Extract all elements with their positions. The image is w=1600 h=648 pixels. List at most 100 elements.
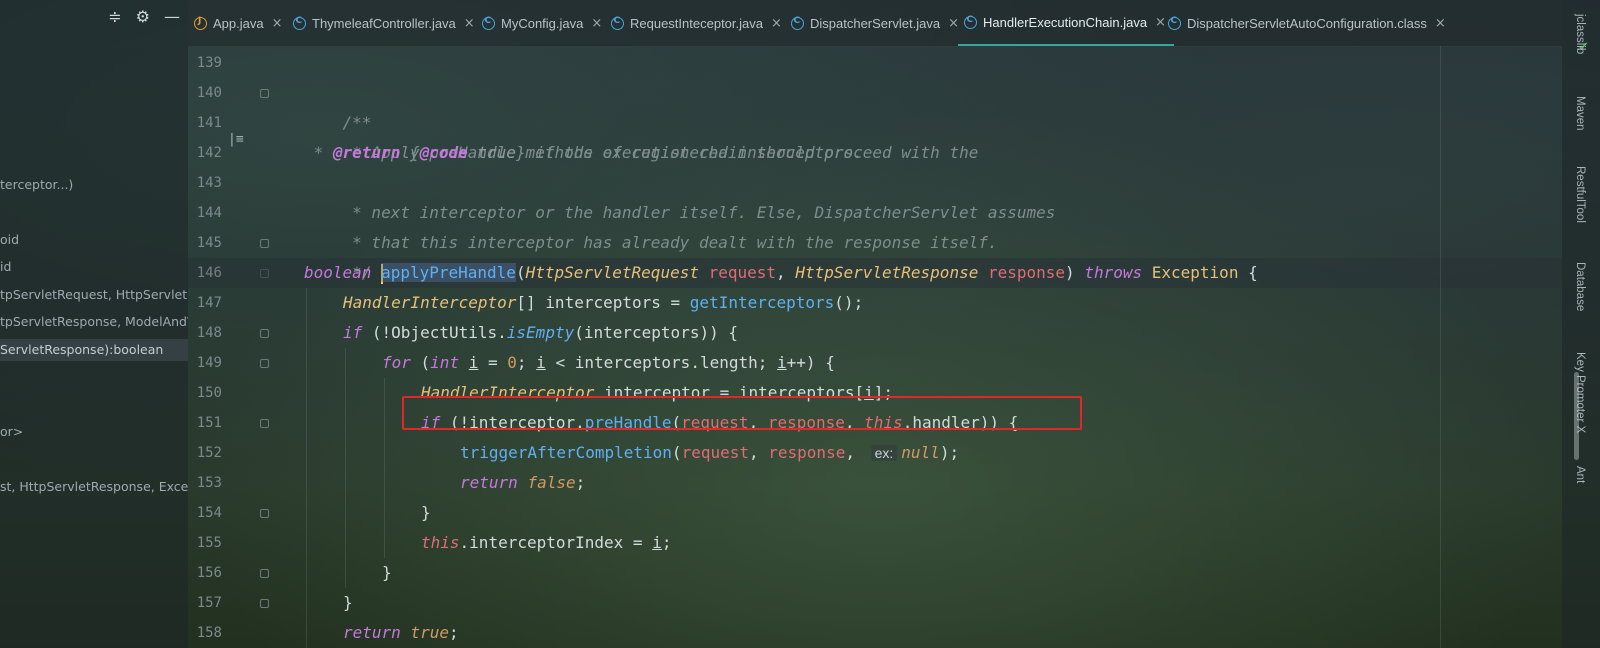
line-number: 147 — [196, 295, 222, 311]
close-icon[interactable]: × — [1435, 16, 1446, 31]
close-icon[interactable]: × — [771, 16, 782, 31]
tab-label: RequestInteceptor.java — [630, 15, 763, 31]
tool-window-ant[interactable]: Ant — [1574, 466, 1586, 483]
keyword: throws — [1084, 263, 1143, 282]
boolean-literal: false — [527, 473, 576, 492]
doc-comment: * that this interceptor has already deal… — [342, 233, 998, 252]
line-number: 139 — [196, 55, 222, 71]
parameter: response — [987, 263, 1066, 282]
tab-label: DispatcherServlet.java — [810, 15, 941, 31]
line-number: 149 — [196, 355, 222, 371]
identifier: length — [699, 353, 758, 372]
structure-item[interactable]: or> — [0, 421, 188, 443]
line-number: 154 — [196, 505, 222, 521]
method-call: getInterceptors — [689, 293, 835, 312]
structure-item-selected[interactable]: ServletResponse):boolean — [0, 339, 188, 361]
number-literal: 0 — [507, 353, 517, 372]
tool-window-database[interactable]: Database — [1574, 262, 1586, 311]
tab-label: ThymeleafController.java — [312, 15, 456, 31]
code-line-156: } — [382, 563, 392, 582]
identifier: interceptors — [583, 323, 700, 342]
line-number: 150 — [196, 385, 222, 401]
code-line-146: boolean applyPreHandle(HttpServletReques… — [304, 263, 1258, 284]
tab-myconfig[interactable]: MyConfig.java × — [482, 0, 602, 46]
class-file-icon — [1168, 16, 1181, 30]
close-icon[interactable]: × — [591, 16, 602, 31]
parameter: request — [708, 263, 777, 282]
keyword: return — [343, 623, 401, 642]
null-literal: null — [901, 443, 940, 462]
doc-comment: } — [515, 143, 526, 162]
tab-dispatcher-servlet-auto-config[interactable]: DispatcherServletAutoConfiguration.class… — [1168, 0, 1446, 46]
identifier: interceptorIndex — [469, 533, 624, 552]
close-icon[interactable]: × — [1155, 15, 1166, 30]
structure-item[interactable]: id — [0, 256, 188, 278]
line-number: 141 — [196, 115, 222, 131]
doc-render-icon[interactable]: |≡ — [228, 132, 244, 147]
line-number: 144 — [196, 205, 222, 221]
vertical-scrollbar[interactable] — [1574, 372, 1579, 460]
code-line-149: for (int i = 0; i < interceptors.length;… — [382, 353, 835, 372]
keyword: this — [421, 533, 460, 552]
collapse-all-icon[interactable]: ≑ — [108, 8, 121, 26]
structure-item[interactable]: tpServletRequest, HttpServletResponse — [0, 284, 188, 306]
editor-tab-bar: App.java × ThymeleafController.java × My… — [188, 0, 1562, 47]
code-line-145: */ — [304, 228, 371, 282]
tab-label: MyConfig.java — [501, 15, 584, 31]
tool-window-jclasslib[interactable]: jclasslib — [1574, 14, 1586, 54]
identifier: interceptors — [574, 353, 691, 372]
line-number: 145 — [196, 235, 222, 251]
structure-toolbar: ≑ ⚙ — — [108, 8, 180, 26]
class-file-icon — [964, 15, 977, 29]
line-number: 148 — [196, 325, 222, 341]
code-line-154: } — [421, 503, 431, 522]
indent-guide — [306, 288, 307, 648]
tab-thymeleaf-controller[interactable]: ThymeleafController.java × — [293, 0, 475, 46]
tab-handler-execution-chain[interactable]: HandlerExecutionChain.java × — [958, 0, 1174, 46]
tab-label: App.java — [213, 15, 264, 31]
method-call: triggerAfterCompletion — [460, 443, 672, 462]
code-line-152: triggerAfterCompletion(request, response… — [460, 443, 960, 462]
identifier: i — [536, 353, 546, 372]
boolean-literal: true — [410, 623, 449, 642]
code-line-153: return false; — [460, 473, 586, 492]
code-line-144: * that this interceptor has already deal… — [304, 198, 997, 252]
code-line-157: } — [343, 593, 353, 612]
line-number: 140 — [196, 85, 222, 101]
code-line-143: * next interceptor or the handler itself… — [304, 168, 1055, 222]
right-margin-guide — [1440, 46, 1441, 648]
tool-window-maven[interactable]: Maven — [1574, 96, 1586, 131]
minimize-icon[interactable]: — — [164, 8, 180, 26]
tab-label: HandlerExecutionChain.java — [983, 14, 1148, 30]
class-file-icon — [293, 16, 306, 30]
type-name: Exception — [1151, 263, 1239, 282]
structure-item[interactable]: st, HttpServletResponse, Exception) — [0, 476, 188, 498]
structure-item[interactable]: tpServletResponse, ModelAndView — [0, 311, 188, 333]
doc-tag: @code — [419, 143, 468, 162]
keyword: return — [460, 473, 518, 492]
type-name: HandlerInterceptor — [343, 293, 517, 312]
tab-request-inteceptor[interactable]: RequestInteceptor.java × — [611, 0, 782, 46]
structure-item[interactable]: oid — [0, 229, 188, 251]
line-number: 143 — [196, 175, 222, 191]
tab-app-java[interactable]: App.java × — [194, 0, 283, 46]
line-gutter: 139 140 141 142 143 144 145 146 147 148 … — [188, 46, 269, 648]
identifier: i — [777, 353, 787, 372]
close-icon[interactable]: × — [464, 16, 475, 31]
line-number: 157 — [196, 595, 222, 611]
keyword: int — [430, 353, 460, 372]
structure-item[interactable]: terceptor...) — [0, 174, 188, 196]
class-file-icon — [482, 16, 495, 30]
close-icon[interactable]: × — [272, 16, 283, 31]
doc-comment: if the execution chain should proceed wi… — [525, 143, 979, 162]
tool-window-restfultool[interactable]: RestfulTool — [1574, 166, 1586, 223]
tab-dispatcher-servlet[interactable]: DispatcherServlet.java × — [791, 0, 959, 46]
parameter-hint: ex: — [870, 445, 898, 461]
class-file-icon — [791, 16, 804, 30]
code-line-141: * Apply preHandle methods of registered … — [304, 108, 863, 162]
method-name: applyPreHandle — [381, 263, 516, 282]
doc-tag: @return — [332, 143, 401, 162]
code-line-148: if (!ObjectUtils.isEmpty(interceptors)) … — [343, 323, 738, 342]
gear-icon[interactable]: ⚙ — [136, 8, 150, 26]
code-editor[interactable]: /** * Apply preHandle methods of registe… — [188, 46, 1562, 648]
